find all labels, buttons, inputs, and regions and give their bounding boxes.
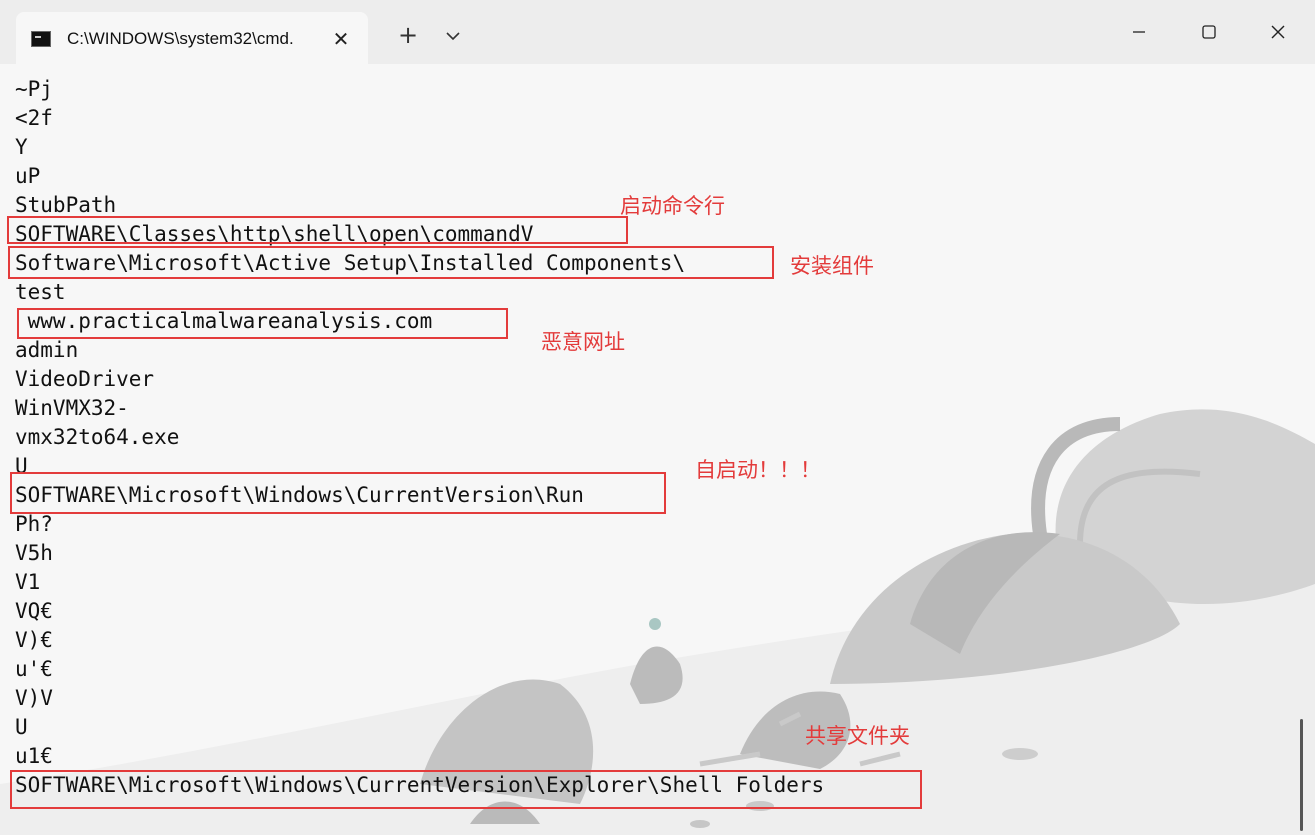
close-icon[interactable]: ✕ xyxy=(328,26,354,52)
output-line: Y xyxy=(15,135,28,159)
annotation-label-url: 恶意网址 xyxy=(541,330,625,354)
vertical-scrollbar[interactable] xyxy=(1300,719,1306,831)
annotation-label-command: 启动命令行 xyxy=(620,194,725,218)
output-line: WinVMX32- xyxy=(15,396,129,420)
close-icon[interactable] xyxy=(1255,12,1301,52)
terminal-pane[interactable]: ~Pj <2f Y uP StubPath SOFTWARE\Classes\h… xyxy=(0,64,1315,835)
output-lines: ~Pj <2f Y uP StubPath SOFTWARE\Classes\h… xyxy=(15,75,824,800)
tab-title: C:\WINDOWS\system32\cmd. xyxy=(67,28,294,48)
output-line: V)€ xyxy=(15,628,53,652)
scrollbar-thumb[interactable] xyxy=(1300,719,1303,831)
output-line: Ph? xyxy=(15,512,53,536)
chevron-down-icon[interactable] xyxy=(439,21,467,51)
output-line: V5h xyxy=(15,541,53,565)
output-line: V1 xyxy=(15,570,41,594)
annotation-label-shell-folders: 共享文件夹 xyxy=(805,724,910,748)
output-line: admin xyxy=(15,338,79,362)
output-line: u'€ xyxy=(15,657,53,681)
annotation-box-run xyxy=(10,472,666,514)
annotation-label-run: 自启动！！！ xyxy=(695,458,821,482)
output-line: VideoDriver xyxy=(15,367,155,391)
output-line: <2f xyxy=(15,106,53,130)
output-line: vmx32to64.exe xyxy=(15,425,180,449)
output-line: VQ€ xyxy=(15,599,53,623)
terminal-icon xyxy=(31,30,51,47)
output-line: uP xyxy=(15,164,41,188)
output-line: V)V xyxy=(15,686,53,710)
output-line: u1€ xyxy=(15,744,53,768)
annotation-box-shell-folders xyxy=(10,770,922,809)
annotation-box-url xyxy=(17,308,508,339)
annotation-label-components: 安装组件 xyxy=(790,254,874,278)
title-bar: C:\WINDOWS\system32\cmd. ✕ + xyxy=(0,0,1315,65)
annotation-box-components xyxy=(8,246,774,279)
output-line: U xyxy=(15,715,28,739)
tab-cmd[interactable]: C:\WINDOWS\system32\cmd. ✕ xyxy=(16,12,368,65)
maximize-icon[interactable] xyxy=(1186,12,1232,52)
plus-icon[interactable]: + xyxy=(393,20,423,50)
output-line: test xyxy=(15,280,66,304)
output-line: ~Pj xyxy=(15,77,53,101)
minimize-icon[interactable] xyxy=(1116,12,1162,52)
annotation-box-command xyxy=(7,216,628,244)
